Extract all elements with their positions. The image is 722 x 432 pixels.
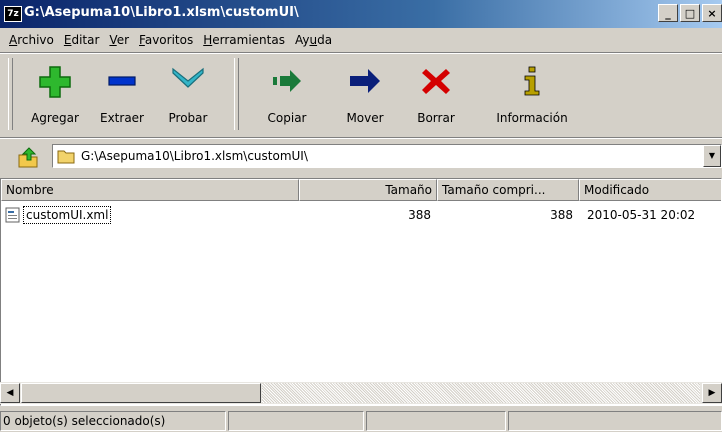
file-modified: 2010-05-31 20:02 [587, 208, 696, 222]
menu-favoritos-rest: avoritos [144, 32, 194, 47]
info-button[interactable]: Información [480, 64, 584, 130]
address-bar: G:\Asepuma10\Libro1.xlsm\customUI\ ▼ [0, 140, 722, 174]
xml-file-icon [5, 207, 20, 223]
delete-button[interactable]: Borrar [408, 64, 464, 130]
file-list[interactable]: Nombre Tamaño Tamaño compri... Modificad… [0, 178, 722, 406]
toolbar: Agregar Extraer Probar Copiar Mover Borr… [0, 54, 722, 134]
toolbar-separator-line [0, 137, 722, 139]
toolbar-separator [234, 58, 239, 130]
delete-button-label: Borrar [417, 111, 455, 125]
menu-editar[interactable]: Editar [59, 33, 105, 47]
minus-icon [108, 76, 136, 86]
delete-x-icon [422, 69, 450, 94]
extract-button[interactable]: Extraer [92, 64, 152, 130]
title-bar[interactable]: 7z G:\Asepuma10\Libro1.xlsm\customUI\ _ … [0, 0, 722, 28]
menu-ayuda-rest: da [317, 32, 333, 47]
up-folder-icon[interactable] [16, 145, 40, 169]
scroll-left-icon[interactable]: ◀ [0, 383, 20, 403]
chevron-down-icon[interactable]: ▼ [703, 145, 721, 167]
copy-button-label: Copiar [267, 111, 307, 125]
info-icon [524, 66, 540, 96]
column-packed-size[interactable]: Tamaño compri... [437, 179, 579, 201]
check-chevron-icon [172, 67, 204, 88]
caption-buttons: _ □ × [658, 4, 722, 22]
menu-ver-accel: V [109, 32, 117, 47]
scroll-track[interactable] [262, 383, 700, 403]
toolbar-grip[interactable] [8, 58, 13, 130]
move-button[interactable]: Mover [336, 64, 394, 130]
minimize-button[interactable]: _ [658, 4, 678, 22]
menu-favoritos[interactable]: Favoritos [134, 33, 198, 47]
folder-icon [57, 150, 75, 164]
file-size: 388 [408, 208, 431, 222]
scroll-thumb[interactable] [21, 383, 261, 403]
status-panel-4 [508, 411, 722, 431]
menu-herramientas-accel: H [203, 32, 213, 47]
move-button-label: Mover [346, 111, 384, 125]
status-bar: 0 objeto(s) seleccionado(s) [0, 410, 722, 432]
menu-archivo-accel: A [9, 32, 18, 47]
address-combobox[interactable]: G:\Asepuma10\Libro1.xlsm\customUI\ ▼ [52, 144, 722, 168]
column-modified[interactable]: Modificado [579, 179, 721, 201]
menu-editar-rest: ditar [71, 32, 100, 47]
table-row[interactable]: customUI.xml 388 388 2010-05-31 20:02 [1, 205, 721, 225]
test-button-label: Probar [168, 111, 208, 125]
status-panel-3 [366, 411, 506, 431]
add-button[interactable]: Agregar [24, 64, 86, 130]
test-button[interactable]: Probar [160, 64, 216, 130]
move-arrow-icon [350, 69, 380, 93]
copy-button[interactable]: Copiar [256, 64, 318, 130]
status-selection: 0 objeto(s) seleccionado(s) [0, 411, 226, 431]
menu-bar: Archivo Editar Ver Favoritos Herramienta… [0, 28, 722, 51]
column-name[interactable]: Nombre [1, 179, 299, 201]
extract-button-label: Extraer [100, 111, 144, 125]
menu-herramientas[interactable]: Herramientas [198, 33, 290, 47]
scroll-right-icon[interactable]: ▶ [702, 383, 722, 403]
menu-ayuda-accel: u [309, 32, 318, 47]
address-path: G:\Asepuma10\Libro1.xlsm\customUI\ [81, 149, 308, 163]
column-size[interactable]: Tamaño [299, 179, 437, 201]
window-title: G:\Asepuma10\Libro1.xlsm\customUI\ [24, 5, 299, 20]
plus-icon [39, 66, 71, 98]
menu-ver-rest: er [116, 32, 130, 47]
app-icon[interactable]: 7z [4, 6, 22, 22]
menu-ayuda[interactable]: Ayuda [290, 33, 337, 47]
maximize-button[interactable]: □ [680, 4, 700, 22]
add-button-label: Agregar [31, 111, 79, 125]
copy-arrow-icon [273, 70, 301, 92]
column-header-row: Nombre Tamaño Tamaño compri... Modificad… [1, 179, 721, 201]
menu-herramientas-rest: erramientas [212, 32, 285, 47]
status-panel-2 [228, 411, 364, 431]
menu-ver[interactable]: Ver [104, 33, 134, 47]
menu-ayuda-start: Ay [294, 32, 310, 47]
app-window: 7z G:\Asepuma10\Libro1.xlsm\customUI\ _ … [0, 0, 722, 432]
info-button-label: Información [496, 111, 568, 125]
file-packed-size: 388 [550, 208, 573, 222]
menu-archivo[interactable]: Archivo [4, 33, 59, 47]
file-name[interactable]: customUI.xml [23, 206, 112, 224]
close-button[interactable]: × [702, 4, 722, 22]
menu-archivo-rest: rchivo [17, 32, 54, 47]
horizontal-scrollbar[interactable]: ◀ ▶ [0, 382, 722, 404]
